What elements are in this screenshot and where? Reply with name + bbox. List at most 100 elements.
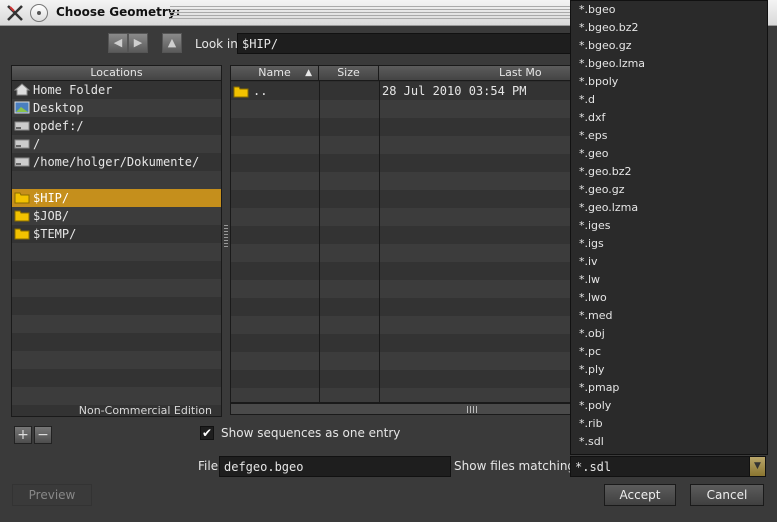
location-temp[interactable]: $TEMP/ xyxy=(12,225,221,243)
filter-option[interactable]: *.pc xyxy=(571,343,767,361)
filter-option[interactable]: *.bpoly xyxy=(571,73,767,91)
file-row-parent[interactable]: .. 28 Jul 2010 03:54 PM xyxy=(231,82,574,100)
forward-button[interactable]: ▶ xyxy=(128,33,148,53)
filter-option[interactable]: *.bgeo.lzma xyxy=(571,55,767,73)
filter-option[interactable]: *.eps xyxy=(571,127,767,145)
drive-icon xyxy=(14,121,30,131)
file-row-stripe xyxy=(231,244,574,262)
location-label: opdef:/ xyxy=(33,119,84,133)
window-menu-button[interactable] xyxy=(30,4,48,22)
column-header-size[interactable]: Size xyxy=(319,66,379,81)
sort-ascending-icon: ▲ xyxy=(305,68,312,78)
location-label: / xyxy=(33,137,41,151)
empty-row xyxy=(12,369,221,387)
filter-option[interactable]: *.lw xyxy=(571,271,767,289)
filter-option[interactable]: *.bgeo.bz2 xyxy=(571,19,767,37)
file-list: Name ▲ Size Last Mo .. 28 Jul 2010 03:54… xyxy=(230,65,575,403)
preview-button[interactable]: Preview xyxy=(12,484,92,506)
filter-option[interactable]: *.bgeo xyxy=(571,1,767,19)
location-spacer xyxy=(12,171,221,189)
file-row-stripe xyxy=(231,136,574,154)
file-row-stripe xyxy=(231,280,574,298)
scrollbar-grip-icon[interactable] xyxy=(467,406,479,413)
filter-option[interactable]: *.geo.lzma xyxy=(571,199,767,217)
location-hip[interactable]: $HIP/ xyxy=(12,189,221,207)
houdini-app-icon[interactable] xyxy=(6,4,24,22)
filter-option[interactable]: *.geo xyxy=(571,145,767,163)
location-home[interactable]: Home Folder xyxy=(12,81,221,99)
location-dokumente[interactable]: /home/holger/Dokumente/ xyxy=(12,153,221,171)
filter-label: Show files matching xyxy=(454,459,576,473)
empty-row xyxy=(12,297,221,315)
add-location-button[interactable]: + xyxy=(14,426,32,444)
home-icon xyxy=(14,83,30,96)
filter-select[interactable]: *.sdl xyxy=(570,456,750,477)
location-opdef[interactable]: opdef:/ xyxy=(12,117,221,135)
location-root[interactable]: / xyxy=(12,135,221,153)
file-row-stripe xyxy=(231,298,574,316)
column-divider xyxy=(379,81,380,402)
filter-option[interactable]: *.pmap xyxy=(571,379,767,397)
file-row-stripe xyxy=(231,316,574,334)
empty-row xyxy=(12,279,221,297)
file-row-stripe xyxy=(231,262,574,280)
folder-icon xyxy=(14,192,30,204)
filter-option[interactable]: *.ply xyxy=(571,361,767,379)
column-header-name[interactable]: Name ▲ xyxy=(231,66,319,81)
filter-dropdown-arrow-icon[interactable]: ▼ xyxy=(749,456,766,477)
filter-option[interactable]: *.lwo xyxy=(571,289,767,307)
location-desktop[interactable]: Desktop xyxy=(12,99,221,117)
folder-icon xyxy=(14,210,30,222)
drive-icon xyxy=(14,139,30,149)
arrow-left-icon: ◀ xyxy=(113,36,123,49)
file-row-stripe xyxy=(231,226,574,244)
titlebar-decoration xyxy=(170,6,580,20)
file-row-stripe xyxy=(231,334,574,352)
cancel-button[interactable]: Cancel xyxy=(690,484,764,506)
file-row-stripe xyxy=(231,100,574,118)
filter-option[interactable]: *.med xyxy=(571,307,767,325)
parent-folder-button[interactable]: ▲ xyxy=(162,33,182,53)
location-label: $JOB/ xyxy=(33,209,70,223)
filter-option[interactable]: *.d xyxy=(571,91,767,109)
filter-option[interactable]: *.rib xyxy=(571,415,767,433)
filter-option[interactable]: *.poly xyxy=(571,397,767,415)
file-row-stripe xyxy=(231,352,574,370)
horizontal-scrollbar[interactable] xyxy=(230,403,575,415)
location-job[interactable]: $JOB/ xyxy=(12,207,221,225)
arrow-right-icon: ▶ xyxy=(133,36,143,49)
filter-option[interactable]: *.geo.bz2 xyxy=(571,163,767,181)
file-row-stripe xyxy=(231,388,574,402)
file-row-stripe xyxy=(231,190,574,208)
filter-option[interactable]: *.sdl xyxy=(571,433,767,451)
empty-row xyxy=(12,333,221,351)
column-header-modified[interactable]: Last Mo xyxy=(379,66,574,81)
empty-row xyxy=(12,261,221,279)
location-label: $HIP/ xyxy=(33,191,70,205)
panel-splitter-handle[interactable] xyxy=(224,225,228,247)
look-in-field[interactable]: $HIP/ xyxy=(237,33,577,54)
filter-dropdown-list[interactable]: *.bgeo *.bgeo.bz2 *.bgeo.gz *.bgeo.lzma *.bp… xyxy=(570,0,768,455)
column-divider xyxy=(319,81,320,402)
locations-panel: Locations Home Folder Desktop opdef:/ / … xyxy=(11,65,222,417)
empty-row xyxy=(12,387,221,405)
folder-icon xyxy=(233,86,249,98)
file-modified: 28 Jul 2010 03:54 PM xyxy=(382,84,527,98)
sequences-checkbox[interactable]: ✔ xyxy=(200,426,214,440)
filter-option[interactable]: *.bgeo.gz xyxy=(571,37,767,55)
filter-option[interactable]: *.dxf xyxy=(571,109,767,127)
desktop-icon xyxy=(14,101,30,114)
filter-option[interactable]: *.geo.gz xyxy=(571,181,767,199)
filter-option[interactable]: *.iv xyxy=(571,253,767,271)
filter-option[interactable]: *.iges xyxy=(571,217,767,235)
location-label: $TEMP/ xyxy=(33,227,77,241)
back-button[interactable]: ◀ xyxy=(108,33,128,53)
location-label: Home Folder xyxy=(33,83,113,97)
remove-location-button[interactable]: − xyxy=(34,426,52,444)
filter-option[interactable]: *.obj xyxy=(571,325,767,343)
look-in-label: Look in xyxy=(195,37,238,51)
accept-button[interactable]: Accept xyxy=(604,484,676,506)
locations-header: Locations xyxy=(12,66,221,81)
file-name-input[interactable]: defgeo.bgeo xyxy=(219,456,451,477)
filter-option[interactable]: *.igs xyxy=(571,235,767,253)
